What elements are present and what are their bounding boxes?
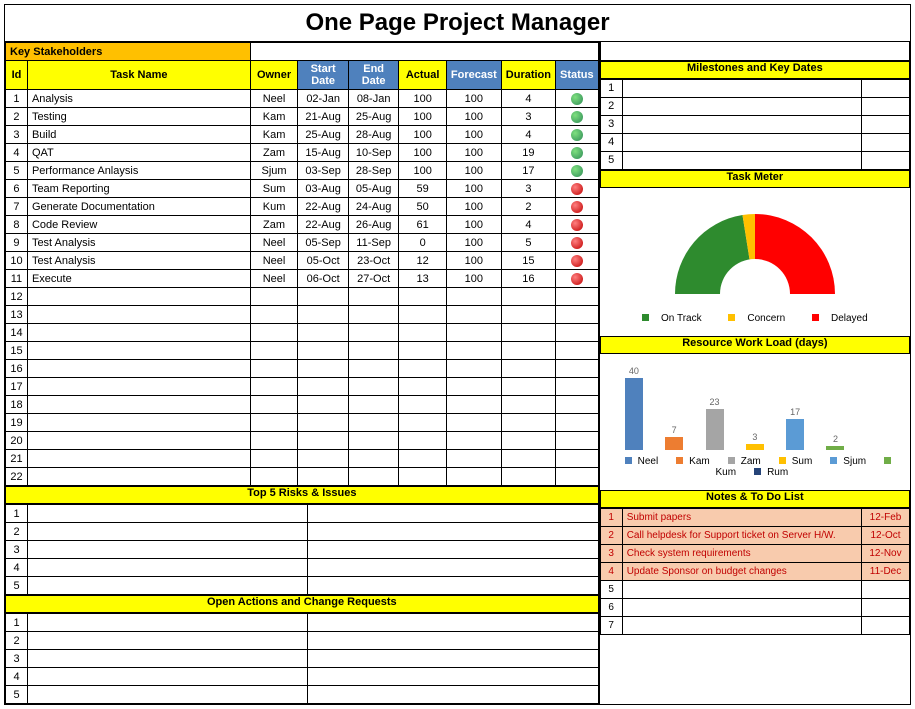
- left-panel: Key Stakeholders Id Task Name Owner Star…: [5, 42, 599, 704]
- table-row[interactable]: 4: [6, 559, 599, 577]
- status-dot-icon: [571, 147, 583, 159]
- table-row[interactable]: 19: [6, 414, 599, 432]
- table-row[interactable]: 5: [6, 577, 599, 595]
- table-row[interactable]: 16: [6, 360, 599, 378]
- th-actual: Actual: [399, 61, 447, 90]
- table-row[interactable]: 7Generate DocumentationKum22-Aug24-Aug50…: [6, 198, 599, 216]
- status-dot-icon: [571, 129, 583, 141]
- table-row[interactable]: 14: [6, 324, 599, 342]
- status-dot-icon: [571, 219, 583, 231]
- table-row[interactable]: 3: [6, 541, 599, 559]
- table-row[interactable]: 1: [6, 614, 599, 632]
- table-row[interactable]: 2TestingKam21-Aug25-Aug1001003: [6, 108, 599, 126]
- table-row[interactable]: 17: [6, 378, 599, 396]
- th-forecast: Forecast: [446, 61, 501, 90]
- workload-legend: NeelKamZamSumSjumKumRum: [604, 450, 906, 484]
- actions-header: Open Actions and Change Requests: [5, 595, 599, 613]
- milestones-table: 12345: [600, 79, 910, 170]
- table-row[interactable]: 1: [6, 505, 599, 523]
- th-start: Start Date: [298, 61, 349, 90]
- table-row[interactable]: 3Check system requirements12-Nov: [600, 544, 909, 562]
- table-row[interactable]: 4: [6, 668, 599, 686]
- table-row[interactable]: 7: [600, 616, 909, 634]
- actions-table: 12345: [5, 613, 599, 704]
- table-row[interactable]: 3: [6, 650, 599, 668]
- status-dot-icon: [571, 201, 583, 213]
- table-row[interactable]: 5: [6, 686, 599, 704]
- table-row[interactable]: 6: [600, 598, 909, 616]
- table-row[interactable]: 2: [6, 632, 599, 650]
- status-dot-icon: [571, 255, 583, 267]
- notes-table: 1Submit papers12-Feb2Call helpdesk for S…: [600, 508, 910, 635]
- table-row[interactable]: 22: [6, 468, 599, 486]
- bar-column: [864, 448, 888, 450]
- table-row[interactable]: 12: [6, 288, 599, 306]
- table-row[interactable]: 6Team ReportingSum03-Aug05-Aug591003: [6, 180, 599, 198]
- table-row[interactable]: 3: [600, 115, 909, 133]
- taskmeter-legend: On Track Concern Delayed: [604, 307, 906, 330]
- table-row[interactable]: 4QATZam15-Aug10-Sep10010019: [6, 144, 599, 162]
- workload-header: Resource Work Load (days): [600, 336, 910, 354]
- bar-column: 3: [743, 432, 767, 449]
- table-row[interactable]: 10Test AnalysisNeel05-Oct23-Oct1210015: [6, 252, 599, 270]
- th-name: Task Name: [27, 61, 250, 90]
- status-dot-icon: [571, 183, 583, 195]
- bar-column: 2: [823, 434, 847, 450]
- table-row[interactable]: 21: [6, 450, 599, 468]
- workload-chart: 40 7 23 3 17 2 NeelKamZamSumSjumKumRum: [600, 354, 910, 490]
- table-row[interactable]: 13: [6, 306, 599, 324]
- table-row[interactable]: 5: [600, 151, 909, 169]
- table-row[interactable]: 2: [6, 523, 599, 541]
- risks-header: Top 5 Risks & Issues: [5, 486, 599, 504]
- bar-column: 23: [703, 397, 727, 450]
- th-id: Id: [6, 61, 28, 90]
- table-row[interactable]: 20: [6, 432, 599, 450]
- page-title: One Page Project Manager: [4, 4, 911, 42]
- bar-column: 40: [622, 366, 646, 449]
- tasks-table: Key Stakeholders Id Task Name Owner Star…: [5, 42, 599, 486]
- table-row[interactable]: 1Submit papers12-Feb: [600, 508, 909, 526]
- status-dot-icon: [571, 273, 583, 285]
- table-row[interactable]: 4Update Sponsor on budget changes11-Dec: [600, 562, 909, 580]
- table-row[interactable]: 2: [600, 97, 909, 115]
- bar-column: 7: [662, 425, 686, 449]
- table-row[interactable]: 5Performance AnlaysisSjum03-Sep28-Sep100…: [6, 162, 599, 180]
- th-end: End Date: [348, 61, 398, 90]
- table-row[interactable]: 15: [6, 342, 599, 360]
- th-owner: Owner: [250, 61, 298, 90]
- status-dot-icon: [571, 111, 583, 123]
- table-row[interactable]: 9Test AnalysisNeel05-Sep11-Sep01005: [6, 234, 599, 252]
- status-dot-icon: [571, 165, 583, 177]
- table-row[interactable]: 1AnalysisNeel02-Jan08-Jan1001004: [6, 90, 599, 108]
- table-row[interactable]: 2Call helpdesk for Support ticket on Ser…: [600, 526, 909, 544]
- status-dot-icon: [571, 93, 583, 105]
- table-row[interactable]: 1: [600, 79, 909, 97]
- th-duration: Duration: [501, 61, 555, 90]
- risks-table: 12345: [5, 504, 599, 595]
- th-status: Status: [556, 61, 599, 90]
- table-row[interactable]: 4: [600, 133, 909, 151]
- notes-header: Notes & To Do List: [600, 490, 910, 508]
- taskmeter-header: Task Meter: [600, 170, 910, 188]
- table-row[interactable]: 11ExecuteNeel06-Oct27-Oct1310016: [6, 270, 599, 288]
- table-row[interactable]: 5: [600, 580, 909, 598]
- table-row[interactable]: 3BuildKam25-Aug28-Aug1001004: [6, 126, 599, 144]
- right-panel: Milestones and Key Dates 12345 Task Mete…: [599, 42, 910, 704]
- table-row[interactable]: 8Code ReviewZam22-Aug26-Aug611004: [6, 216, 599, 234]
- milestones-header: Milestones and Key Dates: [600, 61, 910, 79]
- taskmeter-chart: On Track Concern Delayed: [600, 188, 910, 336]
- table-row[interactable]: 18: [6, 396, 599, 414]
- stakeholders-header: Key Stakeholders: [6, 43, 251, 61]
- status-dot-icon: [571, 237, 583, 249]
- bar-column: 17: [783, 407, 807, 449]
